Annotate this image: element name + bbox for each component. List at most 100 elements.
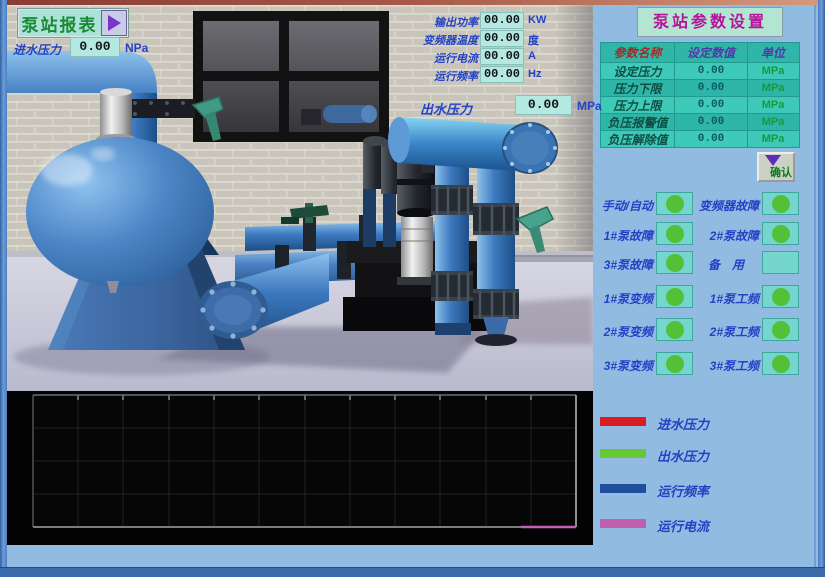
inverter-temp-unit: 度 [528,32,539,48]
tank-vent-cylinder [96,88,136,144]
lamp-icon [772,195,790,213]
param-value[interactable]: 0.00 [675,131,748,147]
inlet-pressure-label: 进水压力 [13,41,61,58]
output-power-value: 00.00 [480,12,524,29]
legend-label-inlet: 进水压力 [657,414,709,433]
hmi-pump-station-screen: 泵站报表 进水压力 0.00 NPa 输出功率 00.00 KW 变频器温度 0… [0,0,825,577]
lamp-icon [666,321,684,339]
status-label-pump3-fault: 3#泵故障 [595,256,653,273]
inverter-temp-label: 变频器温度 [386,32,478,48]
status-label-pump2-vfd: 2#泵变频 [595,323,653,340]
inlet-pressure-value: 0.00 [70,37,120,57]
outlet-pressure-value: 0.00 [515,95,572,115]
report-button[interactable]: 泵站报表 [17,8,129,38]
status-lamp-pump1-grid [762,285,799,308]
param-name: 负压解除值 [601,131,675,147]
status-label-spare: 备 用 [693,256,759,273]
run-frequency-unit: Hz [528,68,541,80]
inlet-pressure-unit: NPa [125,41,148,55]
param-value[interactable]: 0.00 [675,97,748,113]
col-header-name: 参数名称 [601,43,675,62]
legend-label-current: 运行电流 [657,516,709,535]
status-label-pump3-vfd: 3#泵变频 [595,357,653,374]
status-label-vfd-fault: 变频器故障 [693,197,759,214]
run-current-label: 运行电流 [386,50,478,66]
param-name: 压力上限 [601,97,675,113]
left-border [0,0,7,577]
col-header-unit: 单位 [748,43,798,62]
table-row: 设定压力 0.00 MPa [601,62,799,79]
param-value[interactable]: 0.00 [675,114,748,130]
param-unit: MPa [748,131,798,147]
output-power-unit: KW [528,14,546,26]
param-name: 设定压力 [601,63,675,79]
run-current-value: 00.00 [480,48,524,65]
status-lamp-pump2-fault [762,222,799,245]
status-lamp-pump1-vfd [656,285,693,308]
table-row: 负压解除值 0.00 MPa [601,130,799,147]
settings-panel: 泵站参数设置 参数名称 设定数值 单位 设定压力 0.00 MPa 压力下限 0… [593,5,818,567]
status-label-pump1-grid: 1#泵工频 [693,290,759,307]
status-lamp-pump1-fault [656,222,693,245]
param-value[interactable]: 0.00 [675,80,748,96]
confirm-button-label: 确认 [770,164,792,180]
lamp-icon [666,225,684,243]
status-label-pump3-grid: 3#泵工频 [693,357,759,374]
status-label-pump2-grid: 2#泵工频 [693,323,759,340]
lamp-icon [772,355,790,373]
riser-coupling [473,203,519,235]
output-power-label: 输出功率 [386,14,478,30]
status-lamp-pump2-vfd [656,318,693,341]
lamp-icon [772,288,790,306]
param-name: 压力下限 [601,80,675,96]
param-name: 负压报警值 [601,114,675,130]
report-open-button[interactable] [101,10,127,36]
lamp-icon [666,195,684,213]
status-lamp-pump2-grid [762,318,799,341]
trend-chart [7,391,593,545]
status-lamp-pump3-vfd [656,352,693,375]
lamp-icon [666,288,684,306]
confirm-button[interactable]: 确认 [757,152,795,182]
panel-separator [814,5,816,567]
table-row: 压力上限 0.00 MPa [601,96,799,113]
table-row: 压力下限 0.00 MPa [601,79,799,96]
report-button-label: 泵站报表 [18,11,101,36]
param-unit: MPa [748,97,798,113]
lamp-icon [666,254,684,272]
legend-label-frequency: 运行频率 [657,481,709,500]
play-arrow-icon [108,15,121,31]
status-label-pump1-vfd: 1#泵变频 [595,290,653,307]
status-lamp-vfd-fault [762,192,799,215]
outlet-pressure-unit: MPa [577,99,602,113]
riser-coupling [473,289,519,319]
status-lamp-spare-empty [762,251,799,274]
param-unit: MPa [748,63,798,79]
right-border [818,0,825,577]
col-header-value: 设定数值 [675,43,748,62]
param-value[interactable]: 0.00 [675,63,748,79]
bottom-border [0,567,825,577]
status-label-pump2-fault: 2#泵故障 [693,227,759,244]
pump-casing-icon [401,217,433,279]
run-frequency-value: 00.00 [480,66,524,83]
table-row: 负压报警值 0.00 MPa [601,113,799,130]
status-label-pump1-fault: 1#泵故障 [595,227,653,244]
wall-window [193,11,389,142]
pipe-flange [127,99,195,118]
status-lamp-manual-auto [656,192,693,215]
param-unit: MPa [748,80,798,96]
legend-swatch-inlet [600,417,646,426]
lamp-icon [772,225,790,243]
outlet-pressure-label: 出水压力 [420,99,472,118]
status-lamp-pump3-grid [762,352,799,375]
settings-panel-title: 泵站参数设置 [637,7,783,37]
riser-coupling [431,271,473,301]
run-current-unit: A [528,50,536,62]
legend-swatch-current [600,519,646,528]
legend-label-outlet: 出水压力 [657,446,709,465]
table-header-row: 参数名称 设定数值 单位 [601,43,799,62]
lamp-icon [666,355,684,373]
legend-swatch-outlet [600,449,646,458]
riser-coupling [431,185,473,215]
